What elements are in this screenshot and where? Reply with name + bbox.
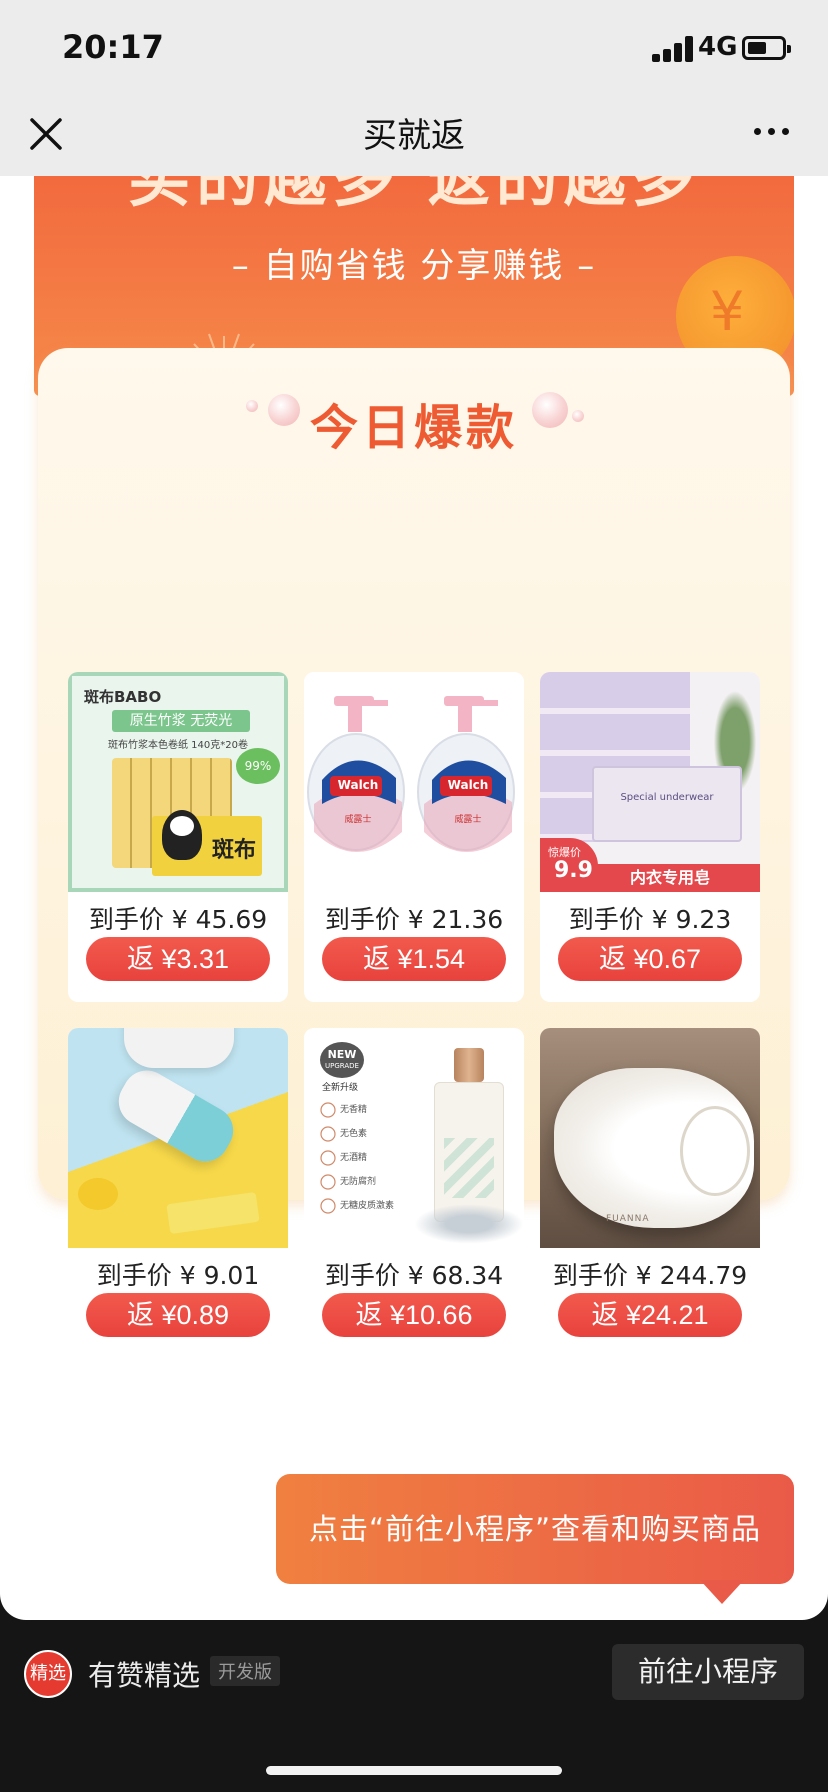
status-time: 20:17: [62, 28, 164, 66]
product-card[interactable]: 斑布BABO 原生竹浆 无荧光 斑布竹浆本色卷纸 140克*20卷 99% 斑布…: [68, 672, 288, 1002]
product-card[interactable]: 到手价 ¥ 9.01 返 ¥0.89: [68, 1028, 288, 1358]
panda-face: [170, 816, 194, 836]
bottle-label: [444, 1138, 494, 1198]
cn-label-left: 威露士: [344, 815, 372, 825]
guide-tooltip: 点击“前往小程序”查看和购买商品: [276, 1474, 794, 1584]
open-mini-program-button[interactable]: 前往小程序: [612, 1644, 804, 1700]
lemon: [78, 1178, 118, 1210]
product-price: 到手价 ¥ 68.34: [324, 1261, 504, 1290]
roll-item: [110, 1061, 242, 1171]
splash: [414, 1204, 524, 1244]
rebate-button[interactable]: 返 ¥0.67: [558, 937, 742, 981]
pack-text: Special underwear: [620, 792, 714, 803]
home-indicator[interactable]: [266, 1766, 562, 1775]
product-image: FUANNA: [540, 1028, 760, 1248]
more-icon[interactable]: [752, 116, 792, 146]
brand-label-left: Walch: [337, 778, 379, 792]
product-price: 到手价 ¥ 9.23: [568, 905, 732, 934]
dev-version-tag: 开发版: [210, 1656, 280, 1686]
mini-program-bar: 精选 有赞精选 开发版 前往小程序: [0, 1620, 828, 1792]
rebate-button[interactable]: 返 ¥3.31: [86, 937, 270, 981]
bottle-cap: [454, 1048, 484, 1082]
rebate-button[interactable]: 返 ¥24.21: [558, 1293, 742, 1337]
page-content: 买的越多 返的越多 – 自购省钱 分享赚钱 – ¥ 今日爆款 斑布BABO 原生…: [0, 176, 828, 1620]
signal-icon: [652, 36, 696, 62]
hero-subline: – 自购省钱 分享赚钱 –: [231, 246, 597, 286]
cn-label-right: 威露士: [454, 815, 482, 825]
brand-label-right: Walch: [447, 778, 489, 792]
app-name: 有赞精选: [88, 1659, 201, 1692]
quilt-spiral: [680, 1106, 750, 1196]
rebate-button[interactable]: 返 ¥10.66: [322, 1293, 506, 1337]
hot-products-panel: 今日爆款 斑布BABO 原生竹浆 无荧光 斑布竹浆本色卷纸 140克*20卷 9…: [38, 348, 790, 1358]
feature-circles: [320, 1102, 336, 1214]
front-pack: [592, 766, 742, 842]
product-card[interactable]: NEW UPGRADE 全新升级 无香精 无色素 无酒精 无防腐剂 无糖皮质激素: [304, 1028, 524, 1358]
network-type: 4G: [698, 32, 738, 62]
badge-price: 9.9: [554, 858, 593, 883]
product-price: 到手价 ¥ 9.01: [96, 1261, 260, 1290]
status-bar: 20:17 4G: [0, 0, 828, 96]
product-card[interactable]: FUANNA 到手价 ¥ 244.79 返 ¥24.21: [540, 1028, 760, 1358]
product-price: 到手价 ¥ 21.36: [324, 905, 504, 934]
product-image: Walch Walch 威露士 威露士: [304, 672, 524, 892]
box-label: 斑布: [212, 838, 257, 863]
product-image: NEW UPGRADE 全新升级 无香精 无色素 无酒精 无防腐剂 无糖皮质激素: [304, 1028, 524, 1248]
panel-title: 今日爆款: [309, 400, 518, 456]
product-image: [68, 1028, 288, 1248]
hero-headline: 买的越多 返的越多: [128, 176, 700, 215]
product-image: Special underwear 内衣专用皂 惊爆价 9.9: [540, 672, 760, 892]
product-price: 到手价 ¥ 45.69: [88, 905, 268, 934]
tooltip-arrow: [700, 1580, 744, 1604]
product-image: 斑布BABO 原生竹浆 无荧光 斑布竹浆本色卷纸 140克*20卷 99% 斑布: [68, 672, 288, 892]
rebate-button[interactable]: 返 ¥0.89: [86, 1293, 270, 1337]
page-title: 买就返: [363, 116, 465, 156]
coin-symbol: ¥: [710, 280, 745, 343]
quilt-brand: FUANNA: [606, 1214, 650, 1224]
battery-icon: [742, 36, 791, 60]
upgrade-cn: 全新升级: [322, 1083, 359, 1093]
rebate-button[interactable]: 返 ¥1.54: [322, 937, 506, 981]
top-device: [124, 1028, 234, 1068]
screen: 20:17 4G 买就返 买的越多 返的越多 – 自购省钱 分享赚钱 – ¥ 今…: [0, 0, 828, 1792]
nav-bar: 买就返: [0, 96, 828, 176]
product-card[interactable]: Special underwear 内衣专用皂 惊爆价 9.9 到手价 ¥ 9.…: [540, 672, 760, 1002]
app-logo: 精选: [24, 1650, 72, 1698]
tray: [166, 1191, 260, 1235]
product-price: 到手价 ¥ 244.79: [552, 1261, 748, 1290]
product-brand: 斑布BABO: [84, 688, 162, 706]
percent-badge: 99%: [236, 748, 280, 784]
upgrade-text: UPGRADE: [325, 1062, 359, 1070]
product-card[interactable]: Walch Walch 威露士 威露士 到手价 ¥ 21.36 返 ¥1.54: [304, 672, 524, 1002]
product-tagline: 原生竹浆 无荧光: [112, 710, 250, 732]
new-text: NEW: [327, 1048, 357, 1061]
